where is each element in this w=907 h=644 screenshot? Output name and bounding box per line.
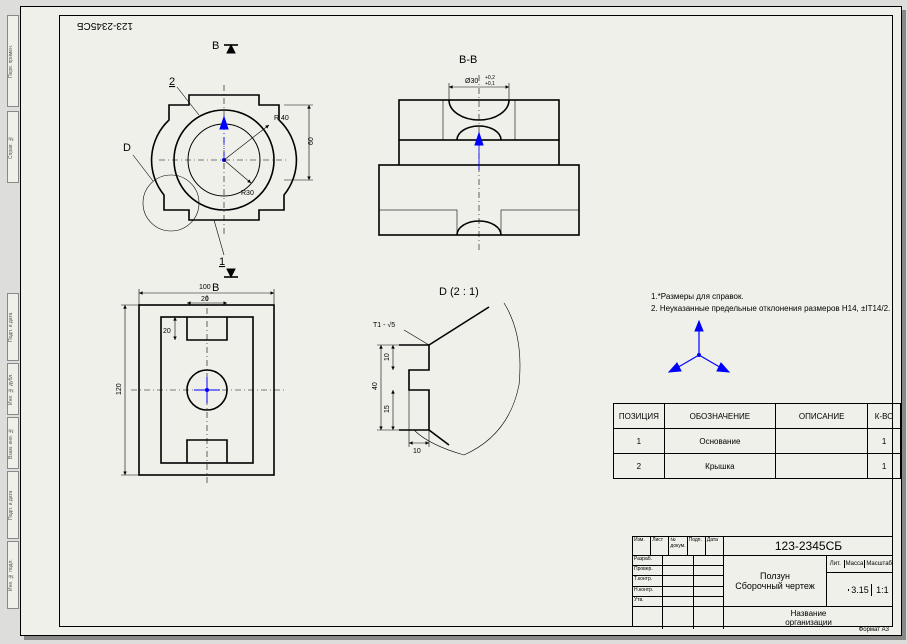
section-title-bb: B-B bbox=[459, 54, 477, 66]
bom-cell: 1 bbox=[868, 454, 901, 479]
view-section-bb: B-B Ø30 +0,2 +0,1 bbox=[379, 54, 579, 250]
tab-item: Подп. и дата bbox=[7, 293, 19, 361]
section-letter-bottom: B bbox=[212, 282, 219, 294]
dim-120: 120 bbox=[116, 383, 123, 395]
dim-dv10: 10 bbox=[384, 353, 391, 361]
note-line: 2. Неуказанные предельные отклонения раз… bbox=[651, 303, 890, 315]
tb-org-1: Название bbox=[791, 609, 827, 618]
bom-hdr-desc: ОПИСАНИЕ bbox=[776, 404, 868, 429]
format-label: Формат А3 bbox=[859, 627, 889, 633]
tb-cell: Изм. bbox=[633, 537, 651, 555]
tb-part-name: Ползун bbox=[760, 571, 790, 581]
coord-triad bbox=[669, 321, 729, 372]
view-plan: 100 20 20 120 bbox=[116, 284, 284, 485]
tb-code: 123-2345СБ bbox=[724, 537, 893, 555]
tb-cell: Подп. bbox=[688, 537, 706, 555]
technical-notes: 1.*Размеры для справок. 2. Неуказанные п… bbox=[651, 291, 890, 315]
tab-item: Инв. № подл. bbox=[7, 541, 19, 609]
view-detail-d: D (2 : 1) T1 - √5 40 10 15 10 bbox=[372, 286, 520, 455]
tb-scale: 1:1 bbox=[872, 584, 893, 596]
section-letter-top: B bbox=[212, 40, 219, 52]
detail-letter-d: D bbox=[123, 142, 131, 154]
tb-org-2: организации bbox=[785, 618, 832, 627]
bom-table: ПОЗИЦИЯ ОБОЗНАЧЕНИЕ ОПИСАНИЕ К-ВО 1 Осно… bbox=[613, 403, 901, 479]
tb-cell: Утв. bbox=[633, 597, 663, 606]
bom-cell: 1 bbox=[868, 429, 901, 454]
tb-mass: 3.15 bbox=[849, 584, 871, 596]
dim-dh10: 10 bbox=[413, 448, 421, 455]
dim-r40: R 40 bbox=[274, 115, 289, 122]
tb-hdr-lit: Лит. bbox=[827, 560, 845, 568]
bom-cell bbox=[776, 454, 868, 479]
dim-dv40: 40 bbox=[372, 382, 379, 390]
balloon-label-1: 1 bbox=[219, 256, 225, 268]
title-block: Изм. Лист № докум. Подп. Дата 123-2345СБ… bbox=[632, 536, 893, 627]
tb-cell: Разраб. bbox=[633, 556, 663, 565]
tb-cell: Лист bbox=[651, 537, 669, 555]
tab-strip: Перв. примен. Справ. № Подп. и дата Инв.… bbox=[7, 13, 17, 629]
drawing-sheet: Перв. примен. Справ. № Подп. и дата Инв.… bbox=[20, 6, 902, 636]
bom-cell bbox=[776, 429, 868, 454]
surf-finish: T1 - √5 bbox=[373, 321, 395, 329]
dim-20a: 20 bbox=[201, 296, 209, 303]
tab-item: Справ. № bbox=[7, 111, 19, 183]
dim-60: 60 bbox=[308, 137, 315, 145]
bom-cell: 2 bbox=[614, 454, 665, 479]
tab-item: Подп. и дата bbox=[7, 471, 19, 539]
tb-doc-type: Сборочный чертеж bbox=[735, 581, 815, 591]
dim-d30: Ø30 bbox=[465, 78, 478, 85]
tb-hdr-mass: Масса bbox=[845, 560, 866, 568]
note-line: 1.*Размеры для справок. bbox=[651, 291, 890, 303]
dim-dv15: 15 bbox=[384, 405, 391, 413]
bom-cell: Крышка bbox=[664, 454, 775, 479]
table-row-header: ПОЗИЦИЯ ОБОЗНАЧЕНИЕ ОПИСАНИЕ К-ВО bbox=[614, 404, 901, 429]
bom-hdr-qty: К-ВО bbox=[868, 404, 901, 429]
bom-hdr-des: ОБОЗНАЧЕНИЕ bbox=[664, 404, 775, 429]
drawing-canvas: B D 2 1 R 40 bbox=[59, 15, 891, 625]
tb-cell: Провер. bbox=[633, 566, 663, 575]
dim-r30: R30 bbox=[241, 190, 254, 197]
tab-item: Инв. № дубл. bbox=[7, 363, 19, 415]
dim-100: 100 bbox=[199, 284, 211, 291]
balloon-label-2: 2 bbox=[169, 76, 175, 88]
dim-d30-tollo: +0,1 bbox=[485, 81, 495, 87]
dim-20b: 20 bbox=[163, 328, 171, 335]
table-row: 2 Крышка 1 bbox=[614, 454, 901, 479]
tb-cell: Т.контр. bbox=[633, 576, 663, 585]
tab-item: Взам. инв. № bbox=[7, 417, 19, 469]
tb-cell: Дата bbox=[706, 537, 723, 555]
view-1: B D 2 1 R 40 bbox=[123, 40, 315, 294]
tb-cell: № докум. bbox=[669, 537, 687, 555]
bom-cell: 1 bbox=[614, 429, 665, 454]
tb-cell: Н.контр. bbox=[633, 587, 663, 596]
table-row: 1 Основание 1 bbox=[614, 429, 901, 454]
bom-cell: Основание bbox=[664, 429, 775, 454]
bom-hdr-pos: ПОЗИЦИЯ bbox=[614, 404, 665, 429]
tb-hdr-scale: Масштаб bbox=[865, 560, 893, 568]
detail-title-d: D (2 : 1) bbox=[439, 286, 479, 298]
tab-item: Перв. примен. bbox=[7, 15, 19, 107]
